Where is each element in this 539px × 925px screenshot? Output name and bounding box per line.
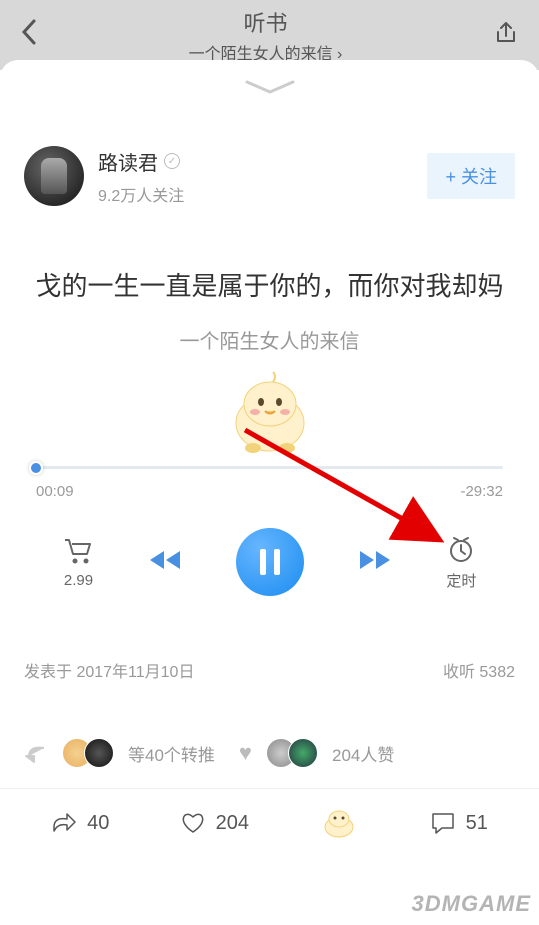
bottom-mascot[interactable] [319, 807, 359, 839]
author-name[interactable]: 路读君 ✓ [98, 147, 427, 176]
remaining-time: -29:32 [460, 483, 503, 500]
rewind-icon [147, 548, 183, 572]
share-arrow-icon [51, 811, 77, 835]
like-action[interactable]: 204 [180, 811, 249, 835]
follower-count: 9.2万人关注 [98, 182, 427, 206]
track-subtitle: 一个陌生女人的来信 [0, 325, 539, 354]
track-quote: 戈的一生一直是属于你的，而你对我却妈 [0, 266, 539, 303]
forward-button[interactable] [357, 548, 393, 577]
repost-text[interactable]: 等40个转推 [128, 741, 215, 766]
verified-icon: ✓ [164, 153, 180, 169]
publish-date: 发表于 2017年11月10日 [24, 658, 194, 682]
price-label: 2.99 [64, 572, 93, 589]
follow-button[interactable]: + 关注 [427, 153, 515, 199]
back-button[interactable] [20, 16, 38, 55]
cart-icon [62, 536, 94, 566]
share-button[interactable] [493, 20, 519, 51]
repost-icon[interactable] [24, 742, 48, 764]
avatar-mini [288, 738, 318, 768]
elapsed-time: 00:09 [36, 483, 74, 500]
pause-icon [260, 549, 266, 575]
watermark: 3DMGAME [412, 891, 531, 917]
author-row: 路读君 ✓ 9.2万人关注 + 关注 [0, 146, 539, 206]
like-avatars[interactable] [266, 738, 318, 768]
repost-avatars[interactable] [62, 738, 114, 768]
header-center: 听书 一个陌生女人的来信 › [38, 6, 493, 64]
progress-section: 00:09 -29:32 [0, 466, 539, 500]
player-controls: 2.99 定时 [0, 528, 539, 596]
avatar-mini [84, 738, 114, 768]
author-info: 路读君 ✓ 9.2万人关注 [98, 147, 427, 206]
mascot-image [0, 368, 539, 458]
author-avatar[interactable] [24, 146, 84, 206]
pause-button[interactable] [236, 528, 304, 596]
comment-action[interactable]: 51 [430, 811, 488, 835]
timer-label: 定时 [446, 570, 476, 591]
meta-row: 发表于 2017年11月10日 收听 5382 [0, 658, 539, 682]
social-row: 等40个转推 ♥ 204人赞 [0, 738, 539, 768]
header-title: 听书 [38, 6, 493, 38]
progress-track[interactable] [36, 466, 503, 469]
heart-outline-icon [180, 811, 206, 835]
forward-icon [357, 548, 393, 572]
share-action[interactable]: 40 [51, 811, 109, 835]
progress-thumb[interactable] [29, 461, 43, 475]
clock-icon [446, 534, 476, 564]
timer-button[interactable]: 定时 [446, 534, 476, 591]
rewind-button[interactable] [147, 548, 183, 577]
play-count: 收听 5382 [443, 658, 515, 682]
player-sheet: 路读君 ✓ 9.2万人关注 + 关注 戈的一生一直是属于你的，而你对我却妈 一个… [0, 60, 539, 859]
bottom-bar: 40 204 51 [0, 788, 539, 839]
heart-icon: ♥ [239, 740, 252, 766]
comment-icon [430, 811, 456, 835]
like-text[interactable]: 204人赞 [332, 741, 394, 766]
purchase-button[interactable]: 2.99 [62, 536, 94, 589]
drag-handle[interactable] [0, 60, 539, 116]
